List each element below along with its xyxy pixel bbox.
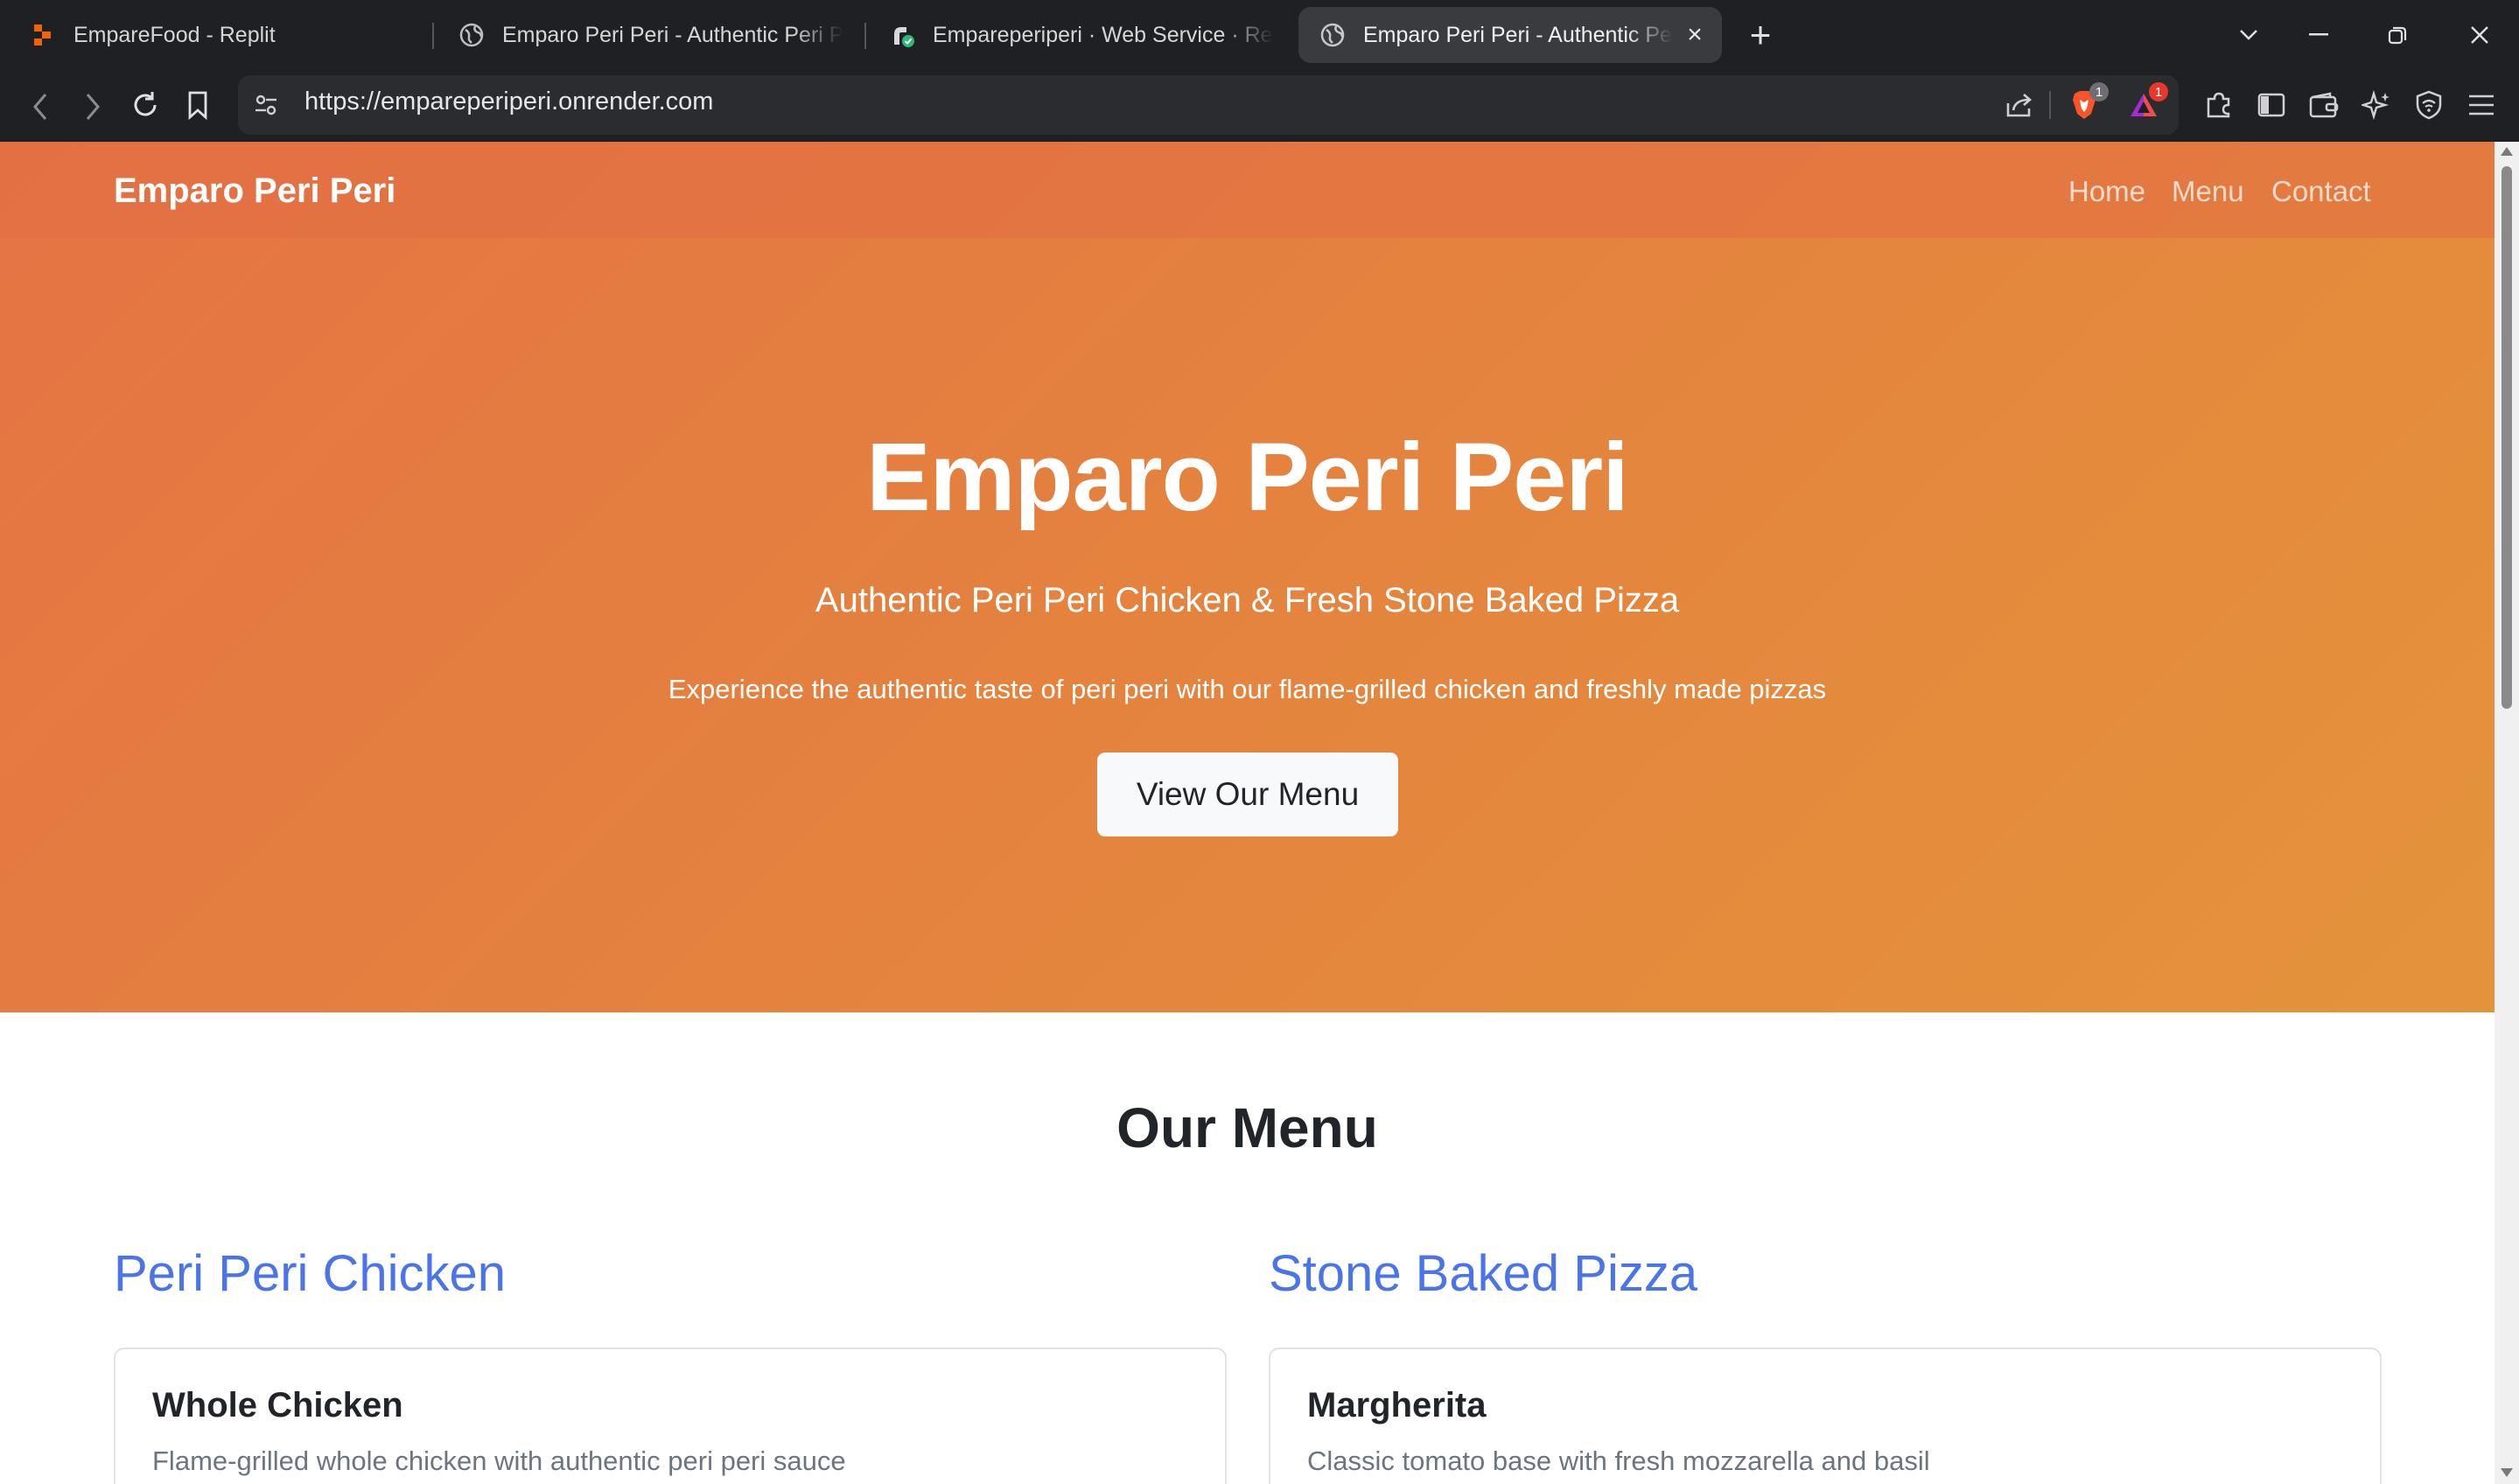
url-text[interactable]: https://empareperiperi.onrender.com: [304, 88, 713, 116]
menu-item-name: Whole Chicken: [152, 1386, 403, 1424]
globe-icon: [1319, 22, 1346, 48]
menu-item-card: Whole Chicken Flame-grilled whole chicke…: [114, 1348, 1227, 1484]
vpn-shield-icon[interactable]: [2410, 86, 2448, 124]
brave-shields-icon[interactable]: 1: [2065, 82, 2109, 124]
tab-title: Emparo Peri Peri - Authentic Peri Peri: [1363, 22, 1673, 47]
tab-emparo-active[interactable]: Emparo Peri Peri - Authentic Peri Peri ×: [1298, 7, 1722, 63]
tab-separator: [864, 23, 866, 49]
page-scrollbar[interactable]: [2495, 142, 2519, 1484]
hero-description: Experience the authentic taste of peri p…: [668, 674, 1827, 704]
globe-icon: [458, 22, 485, 48]
nav-link-contact[interactable]: Contact: [2271, 175, 2371, 208]
tab-bar: EmpareFood - Replit Emparo Peri Peri - A…: [0, 0, 2519, 70]
category-title-pizza: Stone Baked Pizza: [1269, 1245, 1698, 1302]
close-icon[interactable]: ×: [1680, 20, 1710, 50]
menu-item-card: Margherita Classic tomato base with fres…: [1269, 1348, 2382, 1484]
back-icon[interactable]: [19, 86, 61, 128]
menu-item-description: Flame-grilled whole chicken with authent…: [152, 1446, 846, 1476]
rewards-badge: 1: [2149, 82, 2168, 102]
reload-icon[interactable]: [124, 84, 166, 126]
close-window-icon[interactable]: [2460, 16, 2499, 54]
new-tab-icon[interactable]: +: [1741, 14, 1780, 55]
tab-title: EmpareFood - Replit: [73, 22, 276, 47]
nav-link-menu[interactable]: Menu: [2172, 175, 2244, 208]
page-viewport: Emparo Peri Peri Home Menu Contact Empar…: [0, 142, 2495, 1484]
scroll-up-icon[interactable]: [2501, 147, 2513, 156]
replit-icon: [30, 22, 56, 48]
render-icon: [889, 22, 915, 48]
tab-render[interactable]: Empareperiperi · Web Service · Render: [889, 7, 1274, 63]
view-menu-button[interactable]: View Our Menu: [1097, 752, 1398, 836]
category-title-chicken: Peri Peri Chicken: [114, 1245, 507, 1302]
scrollbar-thumb[interactable]: [2502, 166, 2512, 709]
tab-separator: [432, 23, 434, 49]
menu-item-description: Classic tomato base with fresh mozzarell…: [1307, 1446, 1930, 1476]
tab-emparo-1[interactable]: Emparo Peri Peri - Authentic Peri Peri: [458, 7, 843, 63]
site-settings-icon[interactable]: [245, 84, 287, 126]
scroll-down-icon[interactable]: [2501, 1468, 2513, 1477]
brave-rewards-icon[interactable]: 1: [2124, 82, 2168, 124]
hero-title: Emparo Peri Peri: [866, 424, 1629, 531]
site-navbar: Emparo Peri Peri Home Menu Contact: [0, 142, 2495, 238]
minimize-icon[interactable]: [2299, 16, 2338, 54]
leo-ai-icon[interactable]: [2357, 86, 2396, 124]
menu-heading: Our Menu: [1116, 1096, 1378, 1159]
forward-icon[interactable]: [72, 86, 114, 128]
shields-badge: 1: [2089, 82, 2109, 102]
nav-link-home[interactable]: Home: [2068, 175, 2145, 208]
tab-list-chevron-icon[interactable]: [2229, 16, 2268, 54]
menu-icon[interactable]: [2462, 86, 2501, 124]
toolbar-separator: [2049, 91, 2051, 119]
hero-subtitle: Authentic Peri Peri Chicken & Fresh Ston…: [815, 581, 1680, 620]
site-brand[interactable]: Emparo Peri Peri: [114, 172, 395, 211]
hero-section: Emparo Peri Peri Home Menu Contact Empar…: [0, 142, 2495, 1012]
tab-replit[interactable]: EmpareFood - Replit: [30, 7, 415, 63]
extensions-puzzle-icon[interactable]: [2200, 86, 2238, 124]
sidebar-toggle-icon[interactable]: [2252, 86, 2291, 124]
wallet-icon[interactable]: [2305, 86, 2343, 124]
bookmark-icon[interactable]: [177, 84, 219, 126]
tab-title: Emparo Peri Peri - Authentic Peri Peri: [502, 22, 843, 47]
menu-item-name: Margherita: [1307, 1386, 1487, 1424]
share-icon[interactable]: [2000, 86, 2039, 124]
restore-icon[interactable]: [2378, 16, 2417, 54]
tab-title: Empareperiperi · Web Service · Render: [933, 22, 1274, 47]
